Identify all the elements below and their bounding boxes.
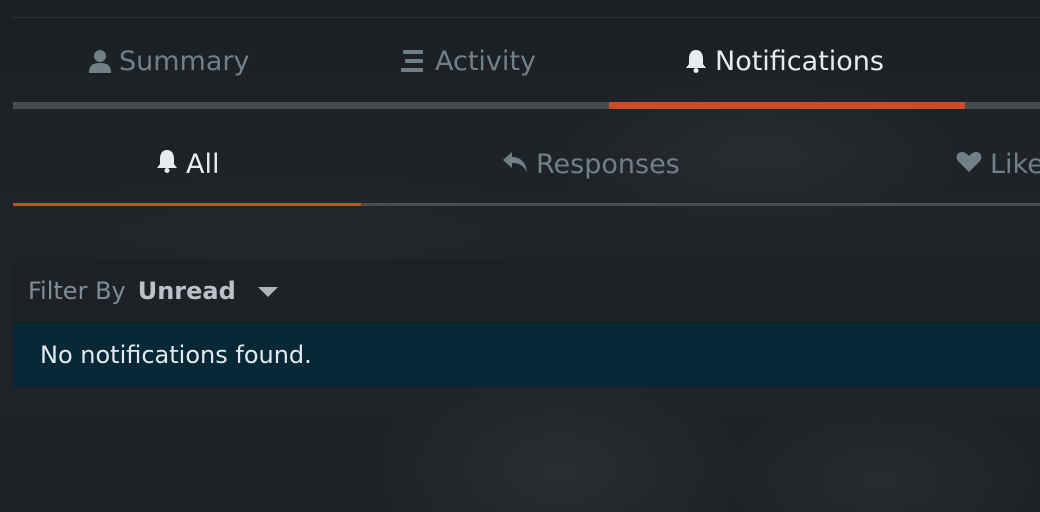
tab-activity-label: Activity (435, 45, 536, 77)
filter-label: Filter By (28, 276, 126, 305)
tab-likes-label: Like (990, 148, 1040, 180)
filter-value: Unread (137, 276, 236, 305)
sub-tabs-active-indicator (13, 203, 361, 206)
tab-activity[interactable]: Activity (401, 30, 536, 92)
tab-likes[interactable]: Like (956, 138, 1040, 190)
caret-down-icon (257, 286, 278, 297)
bell-icon (685, 49, 707, 73)
tab-summary-label: Summary (119, 45, 250, 77)
user-icon (89, 49, 111, 73)
main-tabs: Summary Activity Notifications (13, 30, 1040, 92)
reply-icon (502, 149, 528, 180)
filter-bar: Filter By Unread (13, 259, 1040, 323)
tab-responses-label: Responses (536, 148, 680, 180)
tab-responses[interactable]: Responses (502, 138, 680, 190)
filter-dropdown[interactable]: Unread (138, 277, 278, 305)
empty-state-message: No notifications found. (13, 323, 1040, 387)
heart-icon (956, 149, 982, 180)
tab-notifications-label: Notifications (715, 45, 884, 77)
tab-notifications[interactable]: Notifications (685, 30, 884, 92)
empty-message-text: No notifications found. (40, 341, 312, 369)
bell-icon (156, 149, 178, 180)
sub-tabs: All Responses Like (13, 138, 1040, 190)
notifications-panel: Filter By Unread No notifications found. (13, 259, 1040, 387)
tab-all-label: All (186, 148, 220, 180)
tab-all[interactable]: All (156, 138, 219, 190)
list-icon (401, 49, 427, 73)
top-divider (13, 17, 1040, 18)
tab-summary[interactable]: Summary (89, 30, 249, 92)
main-tabs-active-indicator (609, 102, 965, 109)
